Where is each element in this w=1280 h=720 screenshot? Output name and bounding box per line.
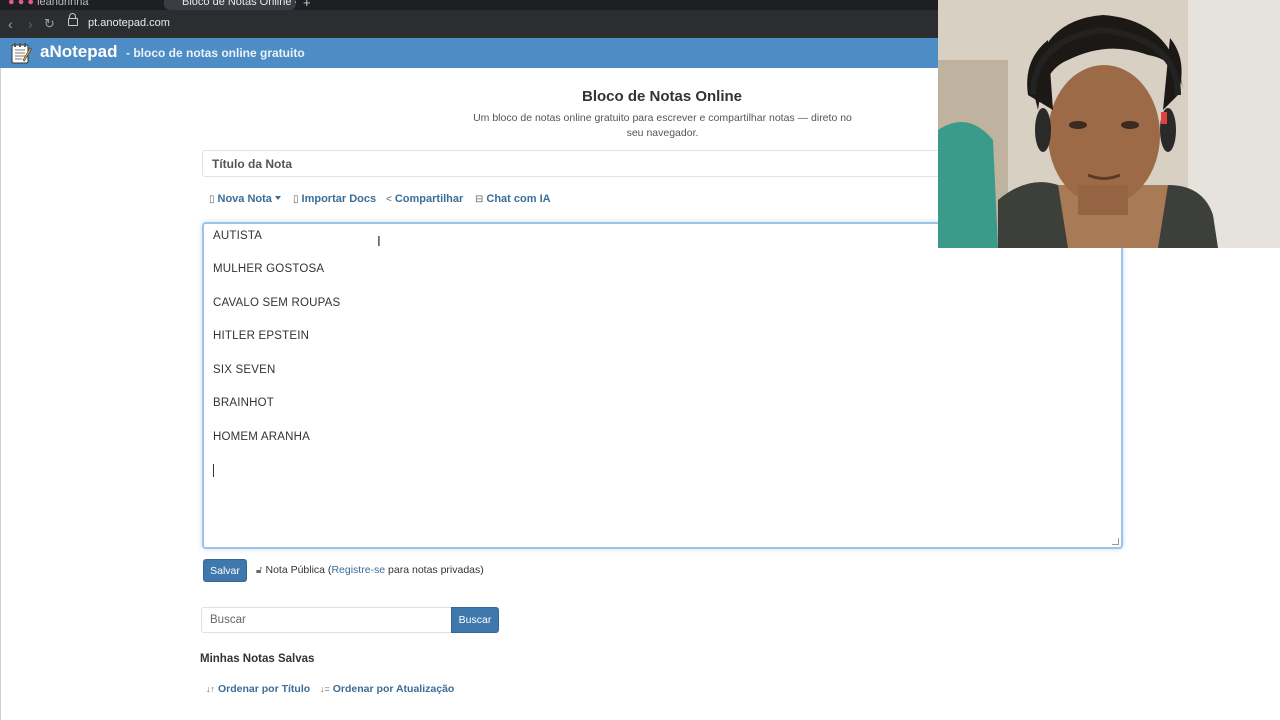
ai-chat-button[interactable]: ⊟ Chat com IA xyxy=(475,193,551,205)
save-button[interactable]: Salvar xyxy=(203,559,247,582)
resize-handle[interactable] xyxy=(1112,538,1119,545)
ai-chat-label: Chat com IA xyxy=(486,193,551,205)
note-line: AUTISTA xyxy=(213,230,263,242)
ibeam-cursor-icon: I xyxy=(377,235,381,250)
public-note-info: 🔓︎ Nota Pública (Registre-se para notas p… xyxy=(256,564,484,576)
active-tab[interactable]: Bloco de Notas Online - C xyxy=(164,0,296,10)
back-icon[interactable]: ‹ xyxy=(8,15,13,33)
search-button[interactable]: Buscar xyxy=(451,607,499,633)
document-icon: ▯ xyxy=(209,194,215,205)
register-link[interactable]: Registre-se xyxy=(331,564,385,576)
note-line: HITLER EPSTEIN xyxy=(213,330,310,342)
reload-icon[interactable]: ↻ xyxy=(44,15,55,33)
sort-by-title-link[interactable]: ↓↑ Ordenar por Título xyxy=(206,683,310,695)
share-icon: < xyxy=(386,194,392,205)
tab-favicons: ● ● ● xyxy=(8,0,35,8)
sort-by-update-link[interactable]: ↓= Ordenar por Atualização xyxy=(320,683,454,695)
import-docs-label: Importar Docs xyxy=(301,193,377,205)
inactive-tab[interactable]: ● ● ● leandrinha xyxy=(8,0,88,8)
import-file-icon: ▯ xyxy=(293,194,299,205)
forward-icon[interactable]: › xyxy=(28,15,33,33)
new-tab-button[interactable]: + xyxy=(303,0,311,10)
new-note-label: Nova Nota xyxy=(217,193,272,205)
note-title-input[interactable] xyxy=(202,150,952,177)
public-note-prefix: Nota Pública ( xyxy=(265,564,332,576)
unlock-icon: 🔓︎ xyxy=(256,565,263,576)
page-subtitle: Um bloco de notas online gratuito para e… xyxy=(473,112,852,139)
note-editor[interactable]: AUTISTA MULHER GOSTOSA CAVALO SEM ROUPAS… xyxy=(202,222,1123,549)
note-line: HOMEM ARANHA xyxy=(213,431,310,443)
site-tagline: - bloco de notas online gratuito xyxy=(126,46,305,60)
import-docs-button[interactable]: ▯ Importar Docs xyxy=(293,193,376,205)
sort-by-update-label: Ordenar por Atualização xyxy=(332,683,455,695)
search-input[interactable] xyxy=(201,607,452,633)
inactive-tab-label: leandrinha xyxy=(37,0,89,8)
robot-icon: ⊟ xyxy=(475,194,484,205)
note-line: MULHER GOSTOSA xyxy=(213,263,325,275)
site-logo-text[interactable]: aNotepad xyxy=(40,42,117,62)
note-line: BRAINHOT xyxy=(213,397,275,409)
address-bar: ‹ › ↻ pt.anotepad.com xyxy=(0,10,940,38)
sort-icon: ↓↑ xyxy=(206,684,215,694)
active-tab-label: Bloco de Notas Online - C xyxy=(182,0,296,8)
page-divider xyxy=(0,68,1,720)
saved-notes-heading: Minhas Notas Salvas xyxy=(200,653,315,665)
new-note-dropdown[interactable]: ▯ Nova Nota xyxy=(209,193,281,205)
page-title: Bloco de Notas Online xyxy=(581,88,743,105)
sort-icon: ↓= xyxy=(320,684,330,694)
lock-icon[interactable] xyxy=(68,13,78,26)
notepad-logo-icon[interactable] xyxy=(10,42,32,64)
sort-by-title-label: Ordenar por Título xyxy=(218,683,311,695)
text-caret xyxy=(213,464,214,477)
note-line: CAVALO SEM ROUPAS xyxy=(213,297,341,309)
url-text[interactable]: pt.anotepad.com xyxy=(88,17,170,29)
public-note-suffix: para notas privadas) xyxy=(385,564,484,576)
share-button[interactable]: < Compartilhar xyxy=(386,193,463,205)
share-label: Compartilhar xyxy=(394,193,464,205)
webcam-overlay xyxy=(938,0,1280,248)
note-line: SIX SEVEN xyxy=(213,364,276,376)
caret-down-icon xyxy=(274,196,281,200)
browser-tab-strip: ● ● ● leandrinha Bloco de Notas Online -… xyxy=(0,0,940,10)
